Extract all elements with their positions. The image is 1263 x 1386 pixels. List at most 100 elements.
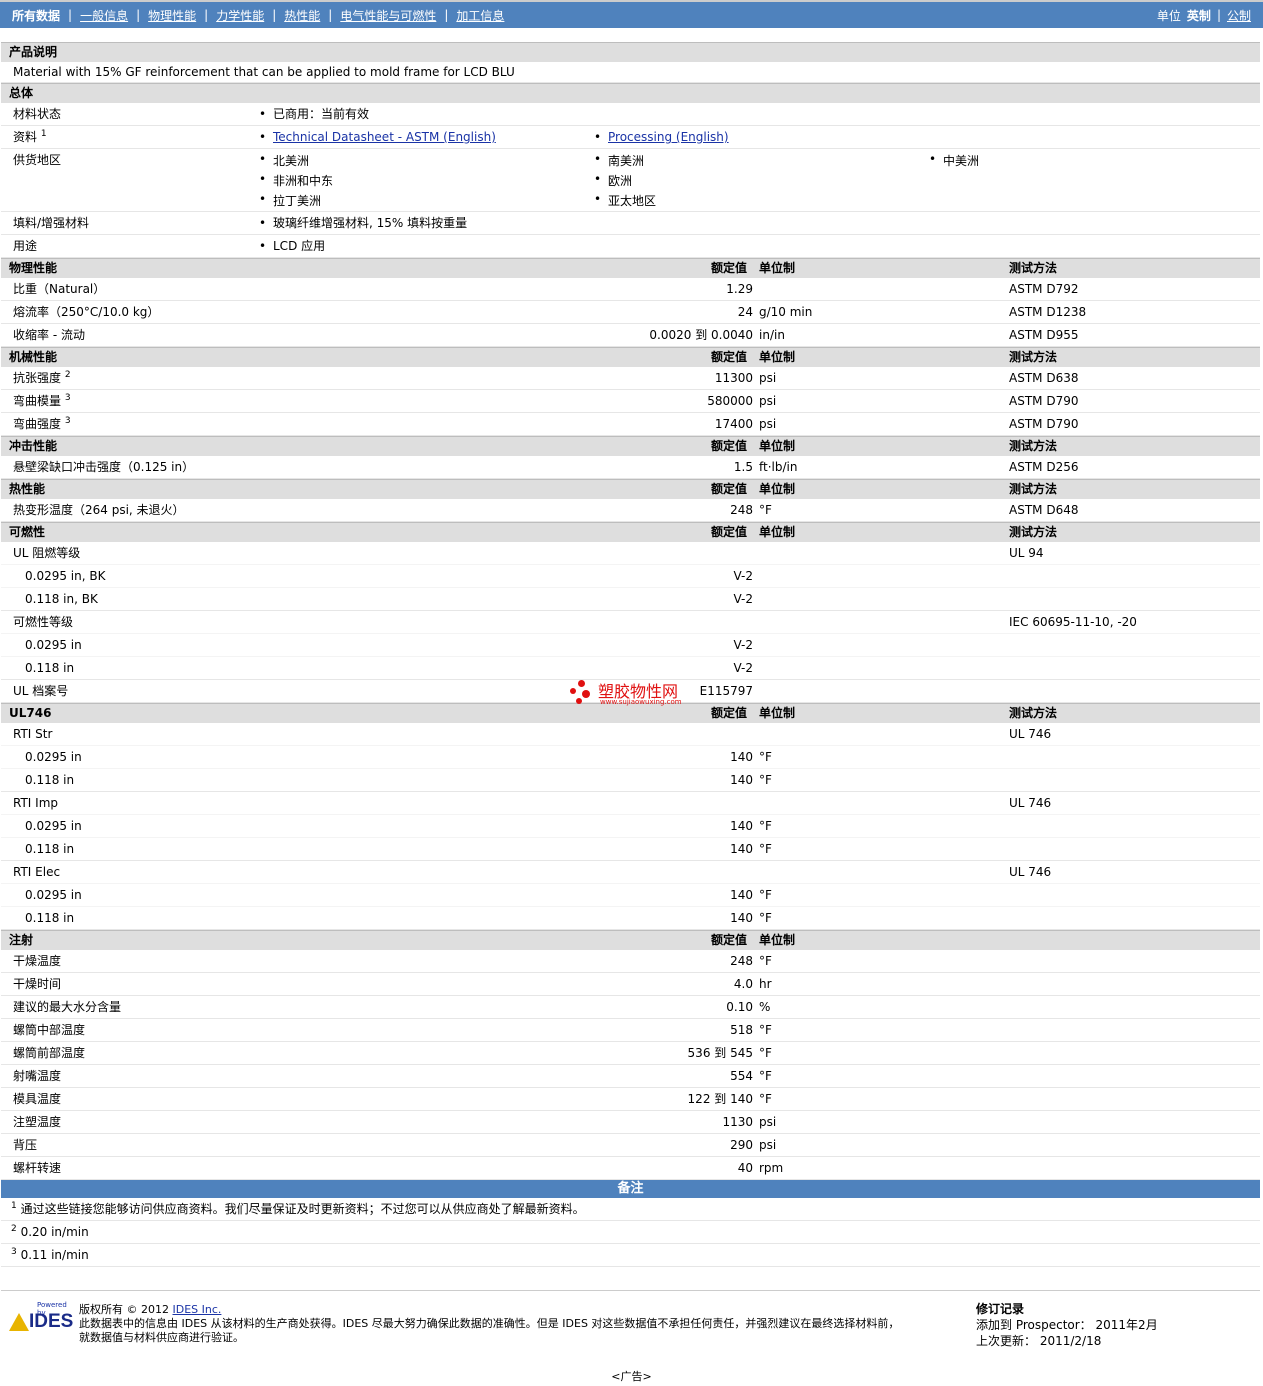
top-nav: 所有数据 | 一般信息 | 物理性能 | 力学性能 | 热性能 | 电气性能与可… [0,0,1263,28]
tab-general-info[interactable]: 一般信息 [72,7,136,24]
unit-english[interactable]: 英制 [1187,7,1211,24]
table-row: 0.0295 in, BK V-2 [1,565,1260,588]
added-label: 添加到 Prospector： [976,1318,1092,1332]
row-value: 140 [730,819,753,833]
row-label: 建议的最大水分含量 [13,1000,122,1014]
row-value: V-2 [733,592,753,606]
header-unit: 单位制 [759,482,796,496]
row-label-text: 弯曲强度 [13,417,62,431]
row-label: 干燥时间 [13,977,62,991]
row-value: 0.0020 到 0.0040 [649,328,753,342]
tab-physical[interactable]: 物理性能 [140,7,204,24]
ides-logo: Powered by IDES [9,1301,73,1332]
row-value: 24 [737,305,753,319]
row-label-text: 弯曲模量 [13,394,62,408]
row-value: 140 [730,842,753,856]
row-label: 抗张强度 2 [13,367,71,390]
row-value: 11300 [714,371,753,385]
datasheet: 产品说明 Material with 15% GF reinforcement … [1,42,1260,1267]
row-value: 248 [730,954,753,968]
row-method: UL 746 [1009,727,1052,741]
table-row: 弯曲模量 3 580000 psi ASTM D790 [1,390,1260,413]
row-value: 580000 [707,394,753,408]
footnote-ref: 3 [64,416,71,426]
note-item: 2 0.20 in/min [1,1221,1260,1244]
row-unit: °F [759,1092,772,1106]
section-title: 可燃性 [9,525,46,539]
table-row: 螺筒前部温度 536 到 545 °F [1,1042,1260,1065]
table-row: 0.118 in 140 °F [1,838,1260,861]
row-value: 40 [737,1161,753,1175]
table-row: RTI Str UL 746 [1,723,1260,746]
copyright-text: 版权所有 © 2012 [79,1303,169,1316]
region-item: 中美洲 [929,152,979,169]
tab-processing[interactable]: 加工信息 [448,7,512,24]
docs-label: 资料 [13,130,38,144]
row-label: RTI Elec [13,865,61,879]
header-unit: 单位制 [759,350,796,364]
doc-bullet: Processing (English) [594,126,729,149]
watermark-dot [582,690,590,698]
row-label: 材料状态 [13,107,62,121]
note-item: 3 0.11 in/min [1,1244,1260,1267]
row-method: ASTM D638 [1009,371,1079,385]
header-method: 测试方法 [1009,439,1058,453]
copyright: 版权所有 © 2012 IDES Inc. 此数据表中的信息由 IDES 从该材… [79,1303,959,1345]
row-label: 模具温度 [13,1092,62,1106]
row-label: 0.118 in [25,661,75,675]
row-value: 1130 [722,1115,753,1129]
row-value: 17400 [714,417,753,431]
region-item: 南美洲 [594,152,644,169]
row-value: V-2 [733,638,753,652]
note-text: 0.11 in/min [20,1248,89,1262]
section-title: 注射 [9,933,34,947]
region-item: 拉丁美洲 [259,192,321,209]
notes-header: 备注 [1,1180,1260,1198]
row-value: 554 [730,1069,753,1083]
header-method: 测试方法 [1009,706,1058,720]
header-method: 测试方法 [1009,261,1058,275]
row-unit: % [759,1000,771,1014]
row-method: ASTM D955 [1009,328,1079,342]
row-unit: ft·lb/in [759,460,798,474]
header-unit: 单位制 [759,261,796,275]
row-label: UL 阻燃等级 [13,546,81,560]
disclaimer-line: 就数据值与材料供应商进行验证。 [79,1331,244,1344]
row-label: 螺筒前部温度 [13,1046,86,1060]
ides-link[interactable]: IDES Inc. [173,1303,222,1316]
row-method: UL 746 [1009,796,1052,810]
product-description: Material with 15% GF reinforcement that … [13,65,515,79]
row-unit: °F [759,842,772,856]
row-label: 0.0295 in [25,888,82,902]
technical-datasheet-link[interactable]: Technical Datasheet - ASTM (English) [273,130,496,144]
row-unit: °F [759,954,772,968]
row-method: IEC 60695-11-10, -20 [1009,615,1137,629]
row-unit: °F [759,503,772,517]
unit-metric-link[interactable]: 公制 [1227,7,1251,24]
header-value: 额定值 [711,261,748,275]
tab-electrical[interactable]: 电气性能与可燃性 [332,7,444,24]
header-value: 额定值 [711,933,748,947]
added-value: 2011年2月 [1095,1318,1158,1332]
tab-mechanical[interactable]: 力学性能 [208,7,272,24]
row-label: 比重（Natural） [13,282,106,296]
tab-all-data[interactable]: 所有数据 [12,7,68,24]
table-row: 可燃性等级 IEC 60695-11-10, -20 [1,611,1260,634]
table-row: 模具温度 122 到 140 °F [1,1088,1260,1111]
row-value: V-2 [733,569,753,583]
footer: Powered by IDES 版权所有 © 2012 IDES Inc. 此数… [1,1290,1260,1358]
header-method: 测试方法 [1009,482,1058,496]
section-title: 产品说明 [9,45,58,59]
section-mechanical: 机械性能 额定值 单位制 测试方法 [1,347,1260,367]
watermark-dot [578,680,585,687]
tab-thermal[interactable]: 热性能 [276,7,328,24]
filler-value: 玻璃纤维增强材料, 15% 填料按重量 [259,212,467,235]
row-unit: rpm [759,1161,784,1175]
table-row: 射嘴温度 554 °F [1,1065,1260,1088]
table-row: UL 阻燃等级 UL 94 [1,542,1260,565]
processing-link[interactable]: Processing (English) [608,130,729,144]
row-value: 0.10 [726,1000,753,1014]
unit-label: 单位 [1156,8,1181,23]
row-label: 供货地区 [13,153,62,167]
table-row: 熔流率（250°C/10.0 kg） 24 g/10 min ASTM D123… [1,301,1260,324]
